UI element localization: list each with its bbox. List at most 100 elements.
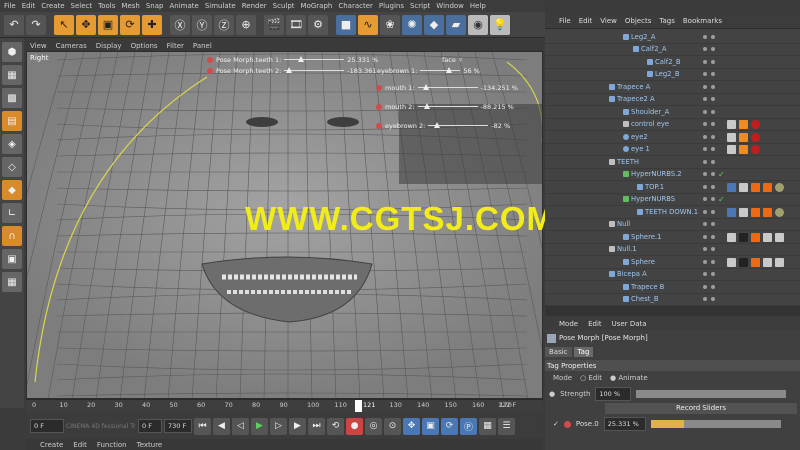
timeline-menu-icon[interactable]: ☰ [498,417,515,435]
slider-eyebrown-1[interactable]: eyebrown 1: 56 % [377,65,480,76]
visibility-dot[interactable] [703,109,707,114]
prev-key-icon[interactable]: ◀ [213,417,230,435]
prev-frame-icon[interactable]: ◁ [232,417,249,435]
record-icon[interactable]: ● [346,417,363,435]
object-tag-icon[interactable] [775,257,784,267]
object-tag-icon[interactable] [739,145,748,154]
hud-face-label[interactable]: face ▿ [442,54,462,65]
spline-icon[interactable]: ∿ [358,14,378,35]
menu-plugins[interactable]: Plugins [379,2,404,10]
slider-mouth-2[interactable]: mouth 2: -88.215 % [376,101,514,112]
visibility-dot[interactable] [703,47,707,52]
visibility-dot[interactable] [703,159,707,164]
edges-mode-icon[interactable]: ◇ [2,157,22,177]
menu-character[interactable]: Character [338,2,373,10]
object-tag-icon[interactable] [727,182,736,192]
object-tag-icon[interactable] [727,232,736,242]
tab-basic[interactable]: Basic [545,347,572,357]
render-dot[interactable] [711,197,715,202]
render-dot[interactable] [711,247,715,252]
object-tag-icon[interactable] [739,120,748,129]
object-row[interactable]: Leg2_A [545,31,800,44]
visibility-dot[interactable] [703,222,707,227]
go-to-start-icon[interactable]: ⏮ [194,417,211,435]
slider-teeth-1[interactable]: Pose Morph.teeth 1: 25.331 % [207,54,378,65]
visibility-dot[interactable] [703,284,707,289]
deformer-icon[interactable]: ◆ [424,14,444,35]
object-tag-icon[interactable] [751,232,760,242]
object-row[interactable]: Leg2_B [545,69,800,81]
render-settings-icon[interactable]: ⚙ [308,14,328,35]
menu-animate[interactable]: Animate [169,2,198,10]
object-row[interactable]: Trapece2 A [545,94,800,106]
play-icon[interactable]: ▶ [251,417,268,435]
key-position-icon[interactable]: ✥ [403,417,420,435]
object-tag-icon[interactable] [751,145,760,154]
cube-icon[interactable]: ■ [336,14,356,35]
keyframe-selection-icon[interactable]: ⊙ [384,417,401,435]
render-dot[interactable] [711,297,715,302]
live-selection-icon[interactable]: ↖ [54,14,74,35]
menu-tools[interactable]: Tools [98,2,115,10]
render-dot[interactable] [711,272,715,277]
max-frame-field[interactable]: 730 F [164,419,192,433]
pose-value-field[interactable]: 25.331 % [603,417,646,431]
render-picture-icon[interactable]: 🎞 [286,14,306,35]
visibility-dot[interactable] [703,34,707,39]
object-tag-icon[interactable] [751,132,760,142]
am-menu-user-data[interactable]: User Data [612,320,647,328]
mat-menu-texture[interactable]: Texture [137,441,163,449]
menu-render[interactable]: Render [242,2,267,10]
object-row[interactable]: eye2 [545,131,800,144]
min-frame-field[interactable]: 0 F [138,419,162,433]
object-row[interactable]: Sphere [545,256,800,269]
render-dot[interactable] [711,184,715,189]
object-tag-icon[interactable] [739,182,748,192]
menu-script[interactable]: Script [410,2,430,10]
vp-menu-view[interactable]: View [30,42,47,50]
object-tag-icon[interactable] [727,132,736,142]
render-dot[interactable] [711,259,715,264]
next-key-icon[interactable]: ▶ [289,417,306,435]
object-tag-icon[interactable] [763,207,772,217]
object-tag-icon[interactable] [751,120,760,129]
object-tag-icon[interactable] [775,207,784,217]
object-tag-icon[interactable] [763,232,772,242]
mat-menu-edit[interactable]: Edit [73,441,87,449]
undo-icon[interactable]: ↶ [4,14,24,35]
visibility-dot[interactable] [703,234,707,239]
points-mode-icon[interactable]: ◈ [2,134,22,154]
visibility-dot[interactable] [703,259,707,264]
enabled-check-icon[interactable]: ✓ [718,195,725,204]
object-row[interactable]: Trapece A [545,81,800,94]
next-frame-icon[interactable]: ▷ [270,417,287,435]
visibility-dot[interactable] [703,172,707,177]
object-row[interactable]: HyperNURBS ✓ [545,194,800,206]
render-dot[interactable] [711,34,715,39]
object-tag-icon[interactable] [739,232,748,242]
rotate-icon[interactable]: ⟳ [120,14,140,35]
menu-window[interactable]: Window [436,2,464,10]
key-scale-icon[interactable]: ▣ [422,417,439,435]
visibility-dot[interactable] [703,247,707,252]
menu-snap[interactable]: Snap [146,2,164,10]
object-tag-icon[interactable] [739,132,748,142]
render-dot[interactable] [711,122,715,127]
vp-menu-options[interactable]: Options [131,42,158,50]
go-to-end-icon[interactable]: ⏭ [308,417,325,435]
om-menu-file[interactable]: File [559,17,571,25]
object-tag-icon[interactable] [775,182,784,192]
camera-icon[interactable]: ◉ [468,14,488,35]
om-menu-edit[interactable]: Edit [579,17,593,25]
menu-create[interactable]: Create [41,2,64,10]
mode-edit-radio[interactable]: ○ Edit [580,374,602,382]
object-row[interactable]: Null.1 [545,244,800,256]
slider-teeth-2[interactable]: Pose Morph.teeth 2: -183.361 [207,65,377,76]
render-dot[interactable] [711,109,715,114]
redo-icon[interactable]: ↷ [26,14,46,35]
nurbs-icon[interactable]: ❀ [380,14,400,35]
visibility-dot[interactable] [703,297,707,302]
render-dot[interactable] [711,172,715,177]
render-dot[interactable] [711,209,715,214]
key-pla-icon[interactable]: ▦ [479,417,496,435]
